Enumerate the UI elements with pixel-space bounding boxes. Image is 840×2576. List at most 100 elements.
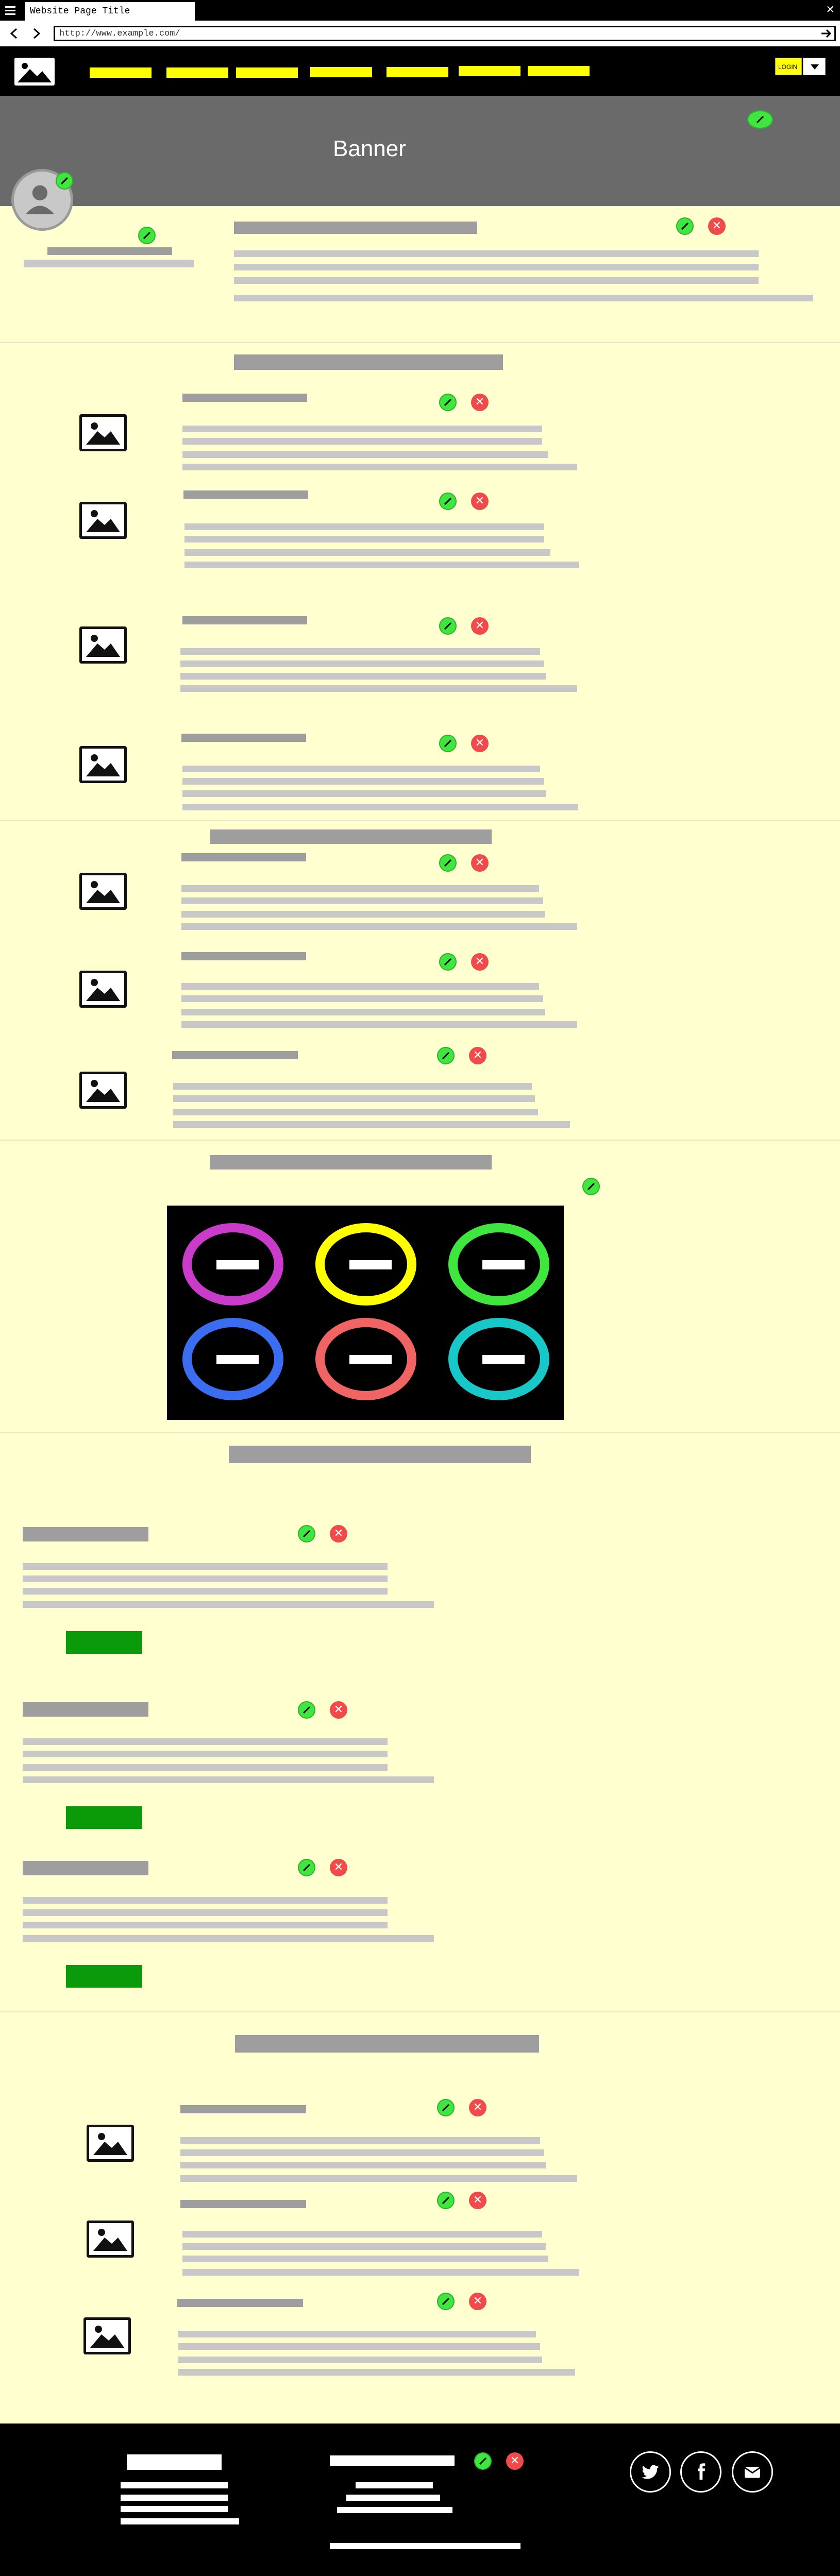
item-delete-button[interactable]: ✕ [471, 735, 489, 752]
item-edit-button[interactable] [437, 1047, 455, 1064]
pencil-icon [681, 222, 689, 230]
card-action-button[interactable] [66, 1631, 142, 1654]
card-edit-button[interactable] [298, 1525, 315, 1543]
item-delete-button[interactable]: ✕ [471, 854, 489, 872]
banner-edit-button[interactable] [747, 110, 773, 129]
nav-item-1[interactable] [90, 67, 152, 78]
footer-col2-link[interactable] [346, 2495, 440, 2501]
footer-col1-heading[interactable] [127, 2454, 222, 2470]
item-title-placeholder [172, 1051, 298, 1059]
footer-col2-link[interactable] [337, 2507, 452, 2513]
intro-edit-button[interactable] [676, 217, 694, 235]
email-button[interactable] [732, 2451, 773, 2493]
pencil-icon [444, 859, 452, 867]
item-edit-button[interactable] [439, 953, 457, 971]
card-text-line [23, 1922, 388, 1928]
back-button[interactable] [6, 26, 22, 41]
pencil-icon [303, 1863, 311, 1872]
footer-col1-link[interactable] [121, 2495, 228, 2501]
item-text-line [182, 766, 540, 772]
browser-chrome: Website Page Title ✕ http://www.example.… [0, 0, 840, 46]
gallery-tile-3[interactable] [448, 1223, 549, 1306]
menu-icon[interactable] [4, 4, 16, 16]
arrow-right-icon[interactable] [820, 27, 832, 40]
footer-edit-button[interactable] [474, 2452, 492, 2470]
item-edit-button[interactable] [439, 394, 457, 411]
close-icon: ✕ [475, 619, 485, 632]
gallery-tile-2[interactable] [315, 1223, 416, 1306]
card-delete-button[interactable]: ✕ [330, 1525, 347, 1543]
banner: Banner [0, 96, 840, 206]
intro-delete-button[interactable]: ✕ [708, 217, 726, 235]
item-edit-button[interactable] [439, 493, 457, 510]
item-text-line [181, 995, 543, 1002]
item-title-placeholder [180, 2200, 306, 2208]
footer-copyright-bar [330, 2543, 520, 2549]
card-edit-button[interactable] [298, 1701, 315, 1719]
card-text-line [23, 1909, 388, 1916]
section-heading-placeholder [210, 829, 492, 844]
logo-icon[interactable] [14, 58, 55, 86]
card-action-button[interactable] [66, 1806, 142, 1829]
gallery-edit-button[interactable] [582, 1178, 600, 1195]
pencil-icon [303, 1530, 311, 1538]
footer-col2-heading[interactable] [330, 2455, 455, 2466]
item-text-line [182, 426, 542, 432]
card-text-line [23, 1563, 388, 1570]
item-edit-button[interactable] [437, 2293, 455, 2310]
item-delete-button[interactable]: ✕ [471, 493, 489, 510]
item-text-line [181, 983, 539, 990]
login-button[interactable]: LOGIN [775, 58, 802, 75]
window-close-icon[interactable]: ✕ [824, 3, 837, 16]
address-bar[interactable]: http://www.example.com/ [54, 26, 836, 41]
nav-item-5[interactable] [387, 67, 448, 77]
twitter-button[interactable] [630, 2451, 671, 2493]
item-text-line [180, 2149, 544, 2156]
card-edit-button[interactable] [298, 1859, 315, 1876]
pencil-icon [444, 622, 452, 630]
gallery-tile-5[interactable] [315, 1318, 416, 1400]
nav-item-4[interactable] [310, 67, 372, 77]
facebook-button[interactable] [680, 2451, 721, 2493]
section-heading-placeholder [229, 1446, 531, 1463]
item-delete-button[interactable]: ✕ [471, 953, 489, 971]
item-edit-button[interactable] [439, 735, 457, 752]
card-title-placeholder [23, 1702, 148, 1717]
gallery-tile-6[interactable] [448, 1318, 549, 1400]
item-delete-button[interactable]: ✕ [469, 1047, 486, 1064]
footer-delete-button[interactable]: ✕ [506, 2452, 524, 2470]
item-delete-button[interactable]: ✕ [469, 2293, 486, 2310]
item-delete-button[interactable]: ✕ [469, 2192, 486, 2209]
item-edit-button[interactable] [439, 854, 457, 872]
gallery-tile-1[interactable] [182, 1223, 283, 1306]
item-edit-button[interactable] [437, 2192, 455, 2209]
item-delete-button[interactable]: ✕ [471, 617, 489, 635]
nav-item-6[interactable] [459, 66, 520, 76]
nav-item-2[interactable] [166, 67, 228, 78]
item-delete-button[interactable]: ✕ [471, 394, 489, 411]
image-placeholder-icon [79, 873, 127, 910]
chevron-left-icon [10, 28, 18, 39]
tab-active[interactable]: Website Page Title [25, 2, 195, 21]
footer-col1-link[interactable] [121, 2482, 228, 2488]
caret-down-icon [811, 64, 819, 70]
forward-button[interactable] [29, 26, 44, 41]
avatar-edit-button[interactable] [56, 172, 73, 190]
item-delete-button[interactable]: ✕ [469, 2099, 486, 2116]
footer-col2-link[interactable] [356, 2482, 433, 2488]
footer-col1-link[interactable] [121, 2506, 228, 2512]
login-dropdown[interactable] [803, 58, 826, 75]
card-delete-button[interactable]: ✕ [330, 1859, 347, 1876]
nav-item-7[interactable] [528, 66, 590, 76]
profile-edit-button[interactable] [138, 227, 156, 244]
card-text-line [23, 1588, 388, 1595]
nav-item-3[interactable] [236, 67, 298, 78]
card-action-button[interactable] [66, 1965, 142, 1988]
item-edit-button[interactable] [437, 2099, 455, 2116]
close-icon: ✕ [475, 396, 485, 409]
item-text-line [184, 536, 544, 543]
card-delete-button[interactable]: ✕ [330, 1701, 347, 1719]
gallery-tile-4[interactable] [182, 1318, 283, 1400]
item-edit-button[interactable] [439, 617, 457, 635]
footer-col1-link[interactable] [121, 2518, 239, 2524]
